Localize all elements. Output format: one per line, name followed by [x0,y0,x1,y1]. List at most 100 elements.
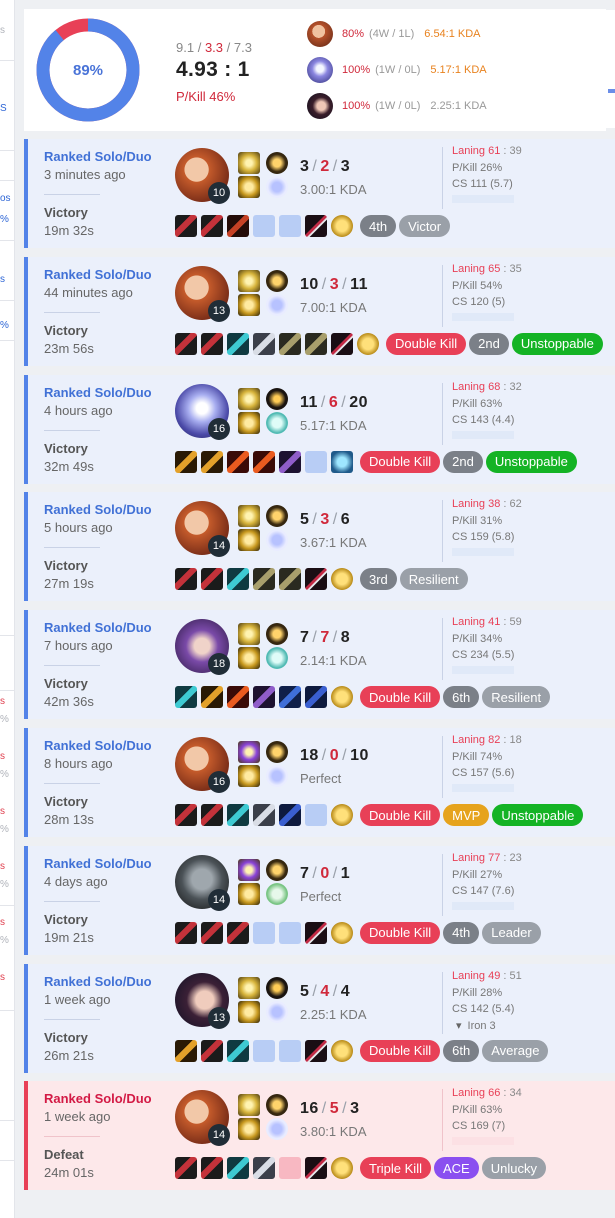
item-icon[interactable] [305,568,327,591]
ward-trinket-icon[interactable] [331,804,353,826]
summoner-spell-icon[interactable] [238,505,260,528]
item-icon[interactable] [175,332,197,355]
item-icon[interactable] [331,332,353,355]
match-card[interactable]: Ranked Solo/Duo 8 hours ago Victory 28m 13s… [24,728,615,837]
item-icon[interactable] [253,804,275,826]
item-icon[interactable] [253,1157,275,1180]
ward-trinket-icon[interactable] [331,921,353,944]
summoner-spell-icon[interactable] [238,529,260,552]
keystone-rune-icon[interactable] [266,505,288,528]
item-icon[interactable] [227,686,249,709]
match-card[interactable]: Ranked Solo/Duo 1 week ago Defeat 24m 01s 14… [24,1081,615,1191]
item-icon[interactable] [227,1157,249,1180]
keystone-rune-icon[interactable] [266,152,288,174]
item-icon[interactable] [279,568,301,591]
secondary-rune-icon[interactable] [266,176,288,198]
item-icon[interactable] [227,921,249,944]
ward-trinket-icon[interactable] [331,686,353,709]
item-icon[interactable] [305,1039,327,1062]
match-card[interactable]: Ranked Solo/Duo 1 week ago Victory 26m 21s 1… [24,963,615,1073]
most-played-champion-row[interactable]: 100% (1W / 0L) 2.25:1 KDA [307,93,487,119]
item-icon[interactable] [279,686,301,709]
secondary-rune-icon[interactable] [266,1118,288,1141]
item-icon[interactable] [175,921,197,944]
item-icon[interactable] [227,332,249,355]
summoner-spell-icon[interactable] [238,387,260,410]
item-icon[interactable] [201,450,223,473]
item-icon[interactable] [175,804,197,826]
item-icon[interactable] [175,215,197,237]
match-card[interactable]: Ranked Solo/Duo 3 minutes ago Victory 19m 3… [24,139,615,248]
summoner-spell-icon[interactable] [238,647,260,670]
item-icon[interactable] [253,686,275,709]
secondary-rune-icon[interactable] [266,882,288,905]
ward-trinket-icon[interactable] [357,332,379,355]
match-card[interactable]: Ranked Solo/Duo 7 hours ago Victory 42m 36s… [24,610,615,720]
item-icon[interactable] [227,1039,249,1062]
secondary-rune-icon[interactable] [266,529,288,552]
match-card[interactable]: Ranked Solo/Duo 4 days ago Victory 19m 21s 1… [24,845,615,955]
secondary-rune-icon[interactable] [266,1000,288,1023]
keystone-rune-icon[interactable] [266,741,288,763]
secondary-rune-icon[interactable] [266,411,288,434]
keystone-rune-icon[interactable] [266,623,288,646]
most-played-champion-row[interactable]: 100% (1W / 0L) 5.17:1 KDA [307,57,487,83]
match-card[interactable]: Ranked Solo/Duo 4 hours ago Victory 32m 49s… [24,374,615,484]
keystone-rune-icon[interactable] [266,976,288,999]
secondary-rune-icon[interactable] [266,293,288,316]
item-icon[interactable] [201,1157,223,1180]
summoner-spell-icon[interactable] [238,623,260,646]
summoner-spell-icon[interactable] [238,765,260,787]
ward-trinket-icon[interactable] [331,568,353,591]
item-icon[interactable] [305,215,327,237]
summoner-spell-icon[interactable] [238,152,260,174]
item-icon[interactable] [201,332,223,355]
item-icon[interactable] [201,804,223,826]
item-icon[interactable] [201,568,223,591]
summoner-spell-icon[interactable] [238,858,260,881]
item-icon[interactable] [227,804,249,826]
summoner-spell-icon[interactable] [238,882,260,905]
match-card[interactable]: Ranked Solo/Duo 5 hours ago Victory 27m 19s… [24,492,615,602]
item-icon[interactable] [175,1039,197,1062]
summoner-spell-icon[interactable] [238,741,260,763]
secondary-rune-icon[interactable] [266,647,288,670]
summoner-spell-icon[interactable] [238,1118,260,1141]
item-icon[interactable] [253,568,275,591]
item-icon[interactable] [279,804,301,826]
item-icon[interactable] [227,215,249,237]
ward-trinket-icon[interactable] [331,1157,353,1180]
item-icon[interactable] [175,568,197,591]
summoner-spell-icon[interactable] [238,293,260,316]
item-icon[interactable] [201,1039,223,1062]
match-card[interactable]: Ranked Solo/Duo 44 minutes ago Victory 23m … [24,256,615,366]
ward-trinket-icon[interactable] [331,215,353,237]
summoner-spell-icon[interactable] [238,1094,260,1117]
most-played-champion-row[interactable]: 80% (4W / 1L) 6.54:1 KDA [307,21,481,47]
keystone-rune-icon[interactable] [266,387,288,410]
item-icon[interactable] [201,921,223,944]
item-icon[interactable] [279,332,301,355]
secondary-rune-icon[interactable] [266,765,288,787]
summoner-spell-icon[interactable] [238,176,260,198]
item-icon[interactable] [175,450,197,473]
keystone-rune-icon[interactable] [266,1094,288,1117]
item-icon[interactable] [175,686,197,709]
summoner-spell-icon[interactable] [238,1000,260,1023]
item-icon[interactable] [227,450,249,473]
item-icon[interactable] [201,686,223,709]
item-icon[interactable] [279,450,301,473]
summoner-spell-icon[interactable] [238,269,260,292]
item-icon[interactable] [305,686,327,709]
item-icon[interactable] [253,332,275,355]
keystone-rune-icon[interactable] [266,858,288,881]
item-icon[interactable] [331,450,353,473]
summoner-spell-icon[interactable] [238,411,260,434]
item-icon[interactable] [227,568,249,591]
ward-trinket-icon[interactable] [331,1039,353,1062]
keystone-rune-icon[interactable] [266,269,288,292]
item-icon[interactable] [305,1157,327,1180]
item-icon[interactable] [175,1157,197,1180]
summoner-spell-icon[interactable] [238,976,260,999]
item-icon[interactable] [201,215,223,237]
